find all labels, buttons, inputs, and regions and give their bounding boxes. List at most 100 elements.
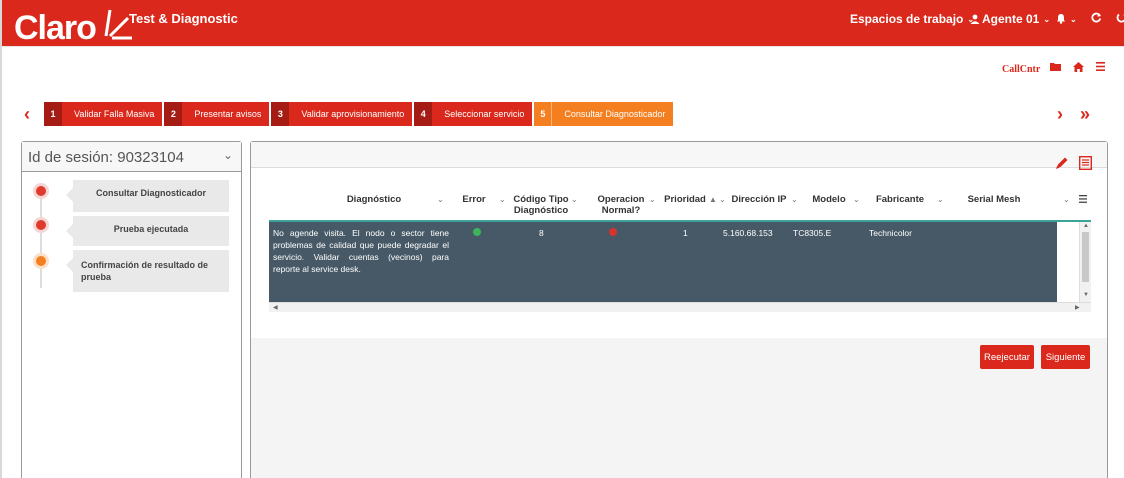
- scroll-left-icon[interactable]: ◀: [273, 304, 278, 311]
- step-validar-falla-masiva[interactable]: 1 Validar Falla Masiva: [44, 102, 163, 126]
- col-header-modelo[interactable]: Modelo ⌄: [809, 194, 859, 205]
- scroll-down-icon[interactable]: ▼: [1083, 292, 1089, 298]
- cell-prioridad: 1: [683, 228, 688, 238]
- steps-next-button[interactable]: ›: [1057, 104, 1063, 125]
- check-circle-icon: [473, 228, 481, 236]
- session-selector[interactable]: Id de sesión: 90323104 ⌄: [22, 142, 241, 172]
- timeline-dot: [36, 220, 46, 230]
- reejecutar-button[interactable]: Reejecutar: [980, 345, 1034, 369]
- col-header-codigo-tipo[interactable]: Código Tipo Diagnóstico ⌄: [511, 194, 577, 216]
- step-seleccionar-servicio[interactable]: 4 Seleccionar servicio: [414, 102, 533, 126]
- col-header-fabricante[interactable]: Fabricante ⌄: [875, 194, 944, 205]
- col-header-operacion-normal[interactable]: Operacion Normal? ⌄: [593, 194, 656, 216]
- subbar-divider: [2, 46, 1124, 47]
- chevron-down-icon: ⌄: [719, 195, 726, 204]
- folder-icon[interactable]: [1050, 62, 1061, 71]
- cell-fabricante: Technicolor: [869, 228, 912, 238]
- col-header-label: Modelo: [812, 194, 846, 205]
- chevron-down-icon: ⌄: [791, 195, 798, 204]
- chevron-down-icon: ⌄: [571, 195, 578, 204]
- step-presentar-avisos[interactable]: 2 Presentar avisos: [164, 102, 270, 126]
- col-header-label-line2: Normal?: [601, 205, 641, 216]
- col-header-label: Diagnóstico: [346, 194, 402, 205]
- step-label: Validar aprovisionamiento: [301, 109, 405, 119]
- workspaces-menu[interactable]: Espacios de trabajo ⌄: [850, 12, 974, 26]
- timeline-item-label: Confirmación de resultado de prueba: [81, 260, 209, 282]
- step-label: Validar Falla Masiva: [74, 109, 155, 119]
- home-icon[interactable]: [1073, 62, 1084, 72]
- diagnostic-panel: Diagnóstico ⌄ Error ⌄ Código Tipo Diagnó…: [250, 141, 1108, 478]
- col-header-serial-mesh[interactable]: Serial Mesh ⌄: [959, 194, 1070, 205]
- col-header-label: Código Tipo: [513, 194, 569, 205]
- scroll-up-icon[interactable]: ▲: [1083, 223, 1089, 229]
- chevron-down-icon: ⌄: [649, 195, 656, 204]
- timeline-line: [40, 188, 42, 288]
- col-header-label: Error: [462, 194, 486, 205]
- sort-ascending-icon: ▲: [709, 195, 717, 204]
- timeline-item: Prueba ejecutada: [66, 216, 229, 246]
- timeline-dot: [36, 186, 46, 196]
- cell-error: [473, 228, 481, 238]
- wizard-steps: 1 Validar Falla Masiva 2 Presentar aviso…: [44, 102, 674, 126]
- app-frame: Claro Test & Diagnostic Espacios de trab…: [0, 0, 1124, 478]
- step-label: Consultar Diagnosticador: [564, 109, 666, 119]
- col-header-label: Serial Mesh: [967, 194, 1021, 205]
- col-header-direccion-ip[interactable]: Dirección IP ⌄: [731, 194, 798, 205]
- step-number: 5: [534, 102, 553, 126]
- horizontal-scrollbar[interactable]: ◀ ▶: [269, 302, 1091, 312]
- pencil-icon[interactable]: [1055, 156, 1069, 170]
- power-icon: [1116, 13, 1124, 23]
- chevron-down-icon: ⌄: [1043, 15, 1051, 24]
- col-header-label: Operacion: [597, 194, 645, 205]
- step-label: Presentar avisos: [194, 109, 262, 119]
- timeline-item: Confirmación de resultado de prueba: [66, 250, 229, 292]
- cell-operacion-normal: [609, 228, 617, 238]
- x-circle-icon: [609, 228, 617, 236]
- table-row[interactable]: No agende visita. El nodo o sector tiene…: [269, 222, 1057, 302]
- agent-label: Agente 01: [982, 12, 1040, 26]
- step-number: 3: [271, 102, 290, 126]
- cell-diagnostico: No agende visita. El nodo o sector tiene…: [273, 228, 449, 274]
- logo-rays-icon: [104, 9, 132, 40]
- siguiente-button[interactable]: Siguiente: [1041, 345, 1090, 369]
- step-consultar-diagnosticador[interactable]: 5 Consultar Diagnosticador: [534, 102, 674, 126]
- col-header-error[interactable]: Error ⌄: [457, 194, 505, 205]
- col-header-label: Fabricante: [875, 194, 925, 205]
- agent-menu[interactable]: Agente 01 ⌄: [970, 12, 1050, 26]
- table-header: Diagnóstico ⌄ Error ⌄ Código Tipo Diagnó…: [269, 186, 1091, 218]
- col-header-prioridad[interactable]: Prioridad ▲ ⌄: [663, 194, 726, 205]
- callcntr-link[interactable]: CallCntr: [1002, 64, 1040, 75]
- step-label: Seleccionar servicio: [444, 109, 525, 119]
- app-title: Test & Diagnostic: [129, 11, 238, 26]
- chevron-down-icon: ⌄: [499, 195, 506, 204]
- vertical-scrollbar[interactable]: ▲ ▼: [1079, 222, 1091, 302]
- step-validar-aprovisionamiento[interactable]: 3 Validar aprovisionamiento: [271, 102, 413, 126]
- chevron-down-icon: ⌄: [437, 195, 444, 204]
- step-number: 2: [164, 102, 183, 126]
- chevron-down-icon: ⌄: [853, 195, 860, 204]
- chevron-down-icon: ⌄: [1063, 195, 1070, 204]
- top-header: Claro Test & Diagnostic Espacios de trab…: [2, 0, 1124, 46]
- scroll-right-icon[interactable]: ▶: [1075, 304, 1080, 311]
- chevron-down-icon: ⌄: [222, 148, 233, 162]
- col-header-diagnostico[interactable]: Diagnóstico ⌄: [309, 194, 444, 205]
- logo-text: Claro: [14, 9, 97, 47]
- power-button[interactable]: [1116, 12, 1124, 26]
- refresh-icon: [1091, 12, 1102, 23]
- panel-footer: [251, 338, 1107, 478]
- session-id-label: Id de sesión: 90323104: [28, 149, 184, 166]
- workspaces-label: Espacios de trabajo: [850, 12, 964, 26]
- report-icon[interactable]: [1079, 156, 1092, 170]
- session-panel: Id de sesión: 90323104 ⌄ Consultar Diagn…: [21, 141, 242, 478]
- refresh-button[interactable]: [1091, 12, 1102, 26]
- cell-codigo-tipo: 8: [539, 228, 544, 238]
- steps-last-button[interactable]: »: [1080, 104, 1090, 125]
- scrollbar-thumb[interactable]: [1082, 232, 1089, 282]
- timeline-dot-current: [36, 256, 46, 266]
- hamburger-menu-icon[interactable]: [1096, 62, 1105, 71]
- notifications-menu[interactable]: ⌄: [1056, 12, 1077, 26]
- column-menu-icon[interactable]: [1079, 195, 1087, 203]
- steps-prev-button[interactable]: ‹: [24, 104, 30, 125]
- cell-direccion-ip: 5.160.68.153: [723, 228, 773, 238]
- timeline-item-label: Consultar Diagnosticador: [95, 188, 206, 198]
